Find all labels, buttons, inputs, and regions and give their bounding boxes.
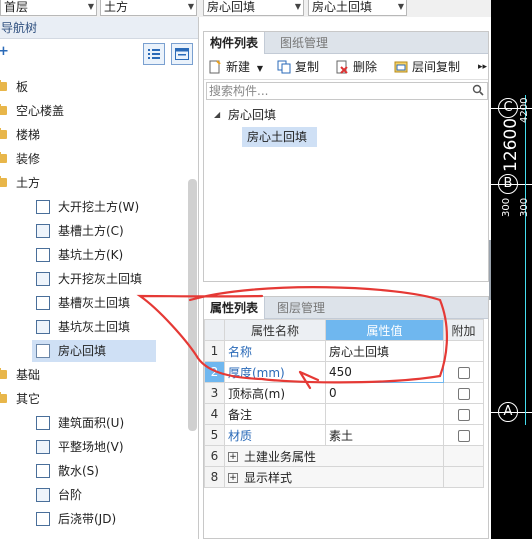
red-annotation-loop [136, 286, 449, 384]
dimension-line [525, 95, 526, 425]
drawing-canvas[interactable]: C B A 12600 4200 300 300 [491, 0, 532, 539]
axis-label-b: B [498, 174, 518, 194]
axis-label-c: C [498, 98, 518, 118]
axis-label-a: A [498, 402, 518, 422]
dimension-total: 12600 [501, 117, 521, 172]
dimension-300: 300 [519, 197, 530, 217]
dimension-4200: 4200 [519, 97, 530, 123]
dimension-300: 300 [501, 197, 512, 217]
red-arrow-icon [298, 370, 320, 390]
annotation-overlay [136, 286, 449, 390]
